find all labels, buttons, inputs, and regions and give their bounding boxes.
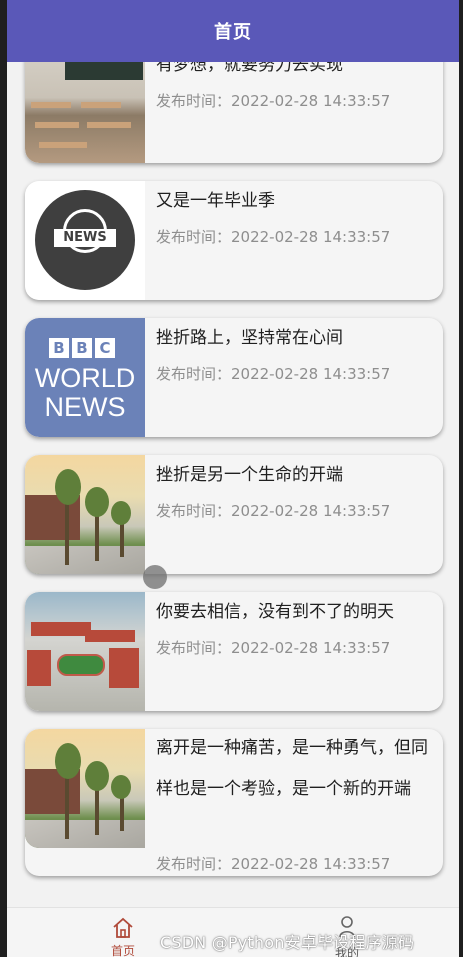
news-card[interactable]: B B C WORLD NEWS 挫折路上，坚持常在心间 发布时间：2022-0… xyxy=(25,318,443,437)
campus-trees-image xyxy=(25,455,145,574)
news-title: 挫折是另一个生命的开端 xyxy=(156,465,343,485)
news-publish-time: 发布时间：2022-02-28 14:33:57 xyxy=(156,855,391,873)
news-globe-image: NEWS xyxy=(25,181,145,300)
bbc-letter: C xyxy=(95,338,115,358)
news-title: 挫折路上，坚持常在心间 xyxy=(156,328,343,348)
news-title: 你要去相信，没有到不了的明天 xyxy=(156,602,394,622)
news-text: NEWS xyxy=(44,392,126,422)
app-header: 首页 xyxy=(7,0,459,62)
page-title: 首页 xyxy=(214,22,252,43)
news-card[interactable]: 挫折是另一个生命的开端 发布时间：2022-02-28 14:33:57 xyxy=(25,455,443,574)
news-publish-time: 发布时间：2022-02-28 14:33:57 xyxy=(156,639,391,657)
nav-tab-home[interactable]: 首页 xyxy=(103,916,143,957)
news-publish-time: 发布时间：2022-02-28 14:33:57 xyxy=(156,92,391,110)
news-list[interactable]: 有梦想，就要努力去实现 发布时间：2022-02-28 14:33:57 NEW… xyxy=(7,0,459,907)
touch-indicator xyxy=(143,565,167,589)
news-title: 离开是一种痛苦，是一种勇气，但同样也是一个考验，是一个新的开端 xyxy=(156,738,428,799)
campus-trees-image xyxy=(25,729,145,848)
news-card[interactable]: 你要去相信，没有到不了的明天 发布时间：2022-02-28 14:33:57 xyxy=(25,592,443,711)
nav-home-label: 首页 xyxy=(110,944,135,957)
campus-aerial-image xyxy=(25,592,145,711)
watermark-text: CSDN @Python安卓毕设程序源码 xyxy=(160,933,415,952)
news-card[interactable]: NEWS 又是一年毕业季 发布时间：2022-02-28 14:33:57 xyxy=(25,181,443,300)
news-badge-text: NEWS xyxy=(54,229,116,247)
news-publish-time: 发布时间：2022-02-28 14:33:57 xyxy=(156,365,391,383)
world-text: WORLD xyxy=(34,363,136,393)
news-publish-time: 发布时间：2022-02-28 14:33:57 xyxy=(156,228,391,246)
bbc-letter: B xyxy=(49,338,69,358)
home-icon xyxy=(113,917,133,938)
news-publish-time: 发布时间：2022-02-28 14:33:57 xyxy=(156,502,391,520)
bbc-world-news-image: B B C WORLD NEWS xyxy=(25,318,145,437)
bbc-letter: B xyxy=(72,338,92,358)
news-card[interactable]: 离开是一种痛苦，是一种勇气，但同样也是一个考验，是一个新的开端 发布时间：202… xyxy=(25,729,443,876)
news-title: 又是一年毕业季 xyxy=(156,191,275,211)
